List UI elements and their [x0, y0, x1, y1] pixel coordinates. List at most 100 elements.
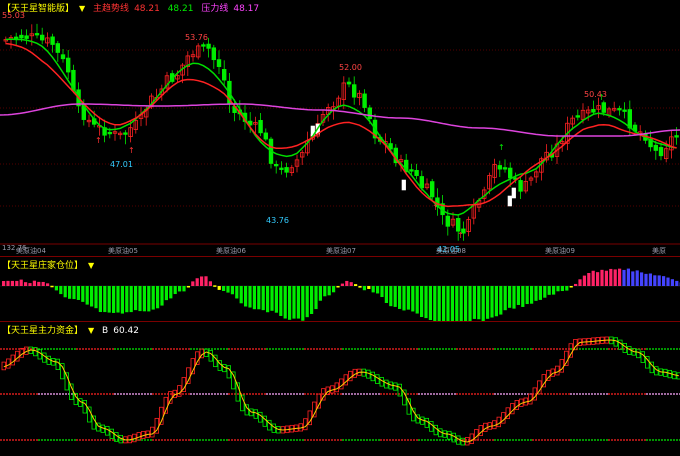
date-label-7: 美原 [652, 247, 666, 255]
position-bar [358, 286, 362, 288]
position-bar [85, 286, 89, 305]
date-label-6: 美原油09 [545, 247, 575, 255]
position-bar [345, 280, 349, 286]
position-bar [173, 286, 177, 295]
position-bar [613, 269, 617, 286]
fund-title[interactable]: 【天王星主力资金】 [2, 326, 83, 336]
position-bar [415, 286, 419, 314]
candle-body [429, 181, 435, 198]
position-bar [424, 286, 428, 319]
chevron-down-icon[interactable]: ▼ [79, 4, 85, 13]
position-bar [481, 286, 485, 321]
position-bar [490, 286, 494, 318]
position-bar [230, 286, 234, 295]
position-bar [151, 286, 155, 310]
position-bar [393, 286, 397, 307]
position-bar [186, 286, 190, 288]
position-bar [81, 286, 85, 302]
candle-body [24, 35, 29, 39]
fund-bar [429, 421, 434, 432]
position-bar [626, 268, 630, 286]
candle-body [622, 109, 627, 112]
fund-bar [451, 432, 456, 443]
candle-body [123, 132, 128, 135]
position-bar [266, 286, 270, 313]
fund-line [3, 339, 679, 443]
fund-bar [208, 350, 213, 362]
position-bar [525, 286, 529, 305]
candle-body [206, 43, 211, 49]
signal-arrow: ↑ [498, 143, 505, 152]
position-bar [318, 286, 322, 301]
position-bar [657, 275, 661, 286]
position-bar [182, 286, 186, 292]
main-chart-panel[interactable]: ↑ ↑ ↑ ↑ ↑ ↑ 【天王星智能版】 ▼ 主趋势线 48.21 48.21 压力线 48.1… [0, 0, 680, 256]
b-label: B [102, 326, 109, 336]
position-bar [279, 286, 283, 316]
position-bar [521, 286, 525, 307]
candle-body [445, 215, 450, 227]
position-bar [195, 278, 199, 286]
candle-body [34, 33, 40, 36]
fund-oscillator-chart[interactable] [0, 322, 680, 456]
fund-bar [244, 404, 249, 416]
position-bar [433, 286, 437, 321]
position-bar [376, 286, 380, 294]
position-bar [103, 286, 107, 313]
fund-bar [496, 416, 501, 428]
candle-body [273, 163, 279, 167]
indicator-title[interactable]: 【天王星智能版】 [2, 4, 74, 14]
candle-body [617, 108, 622, 111]
candle-body [409, 169, 414, 172]
position-bar [332, 286, 336, 293]
fund-bar [6, 358, 11, 369]
fund-bar [37, 349, 42, 360]
candle-body [507, 167, 513, 179]
candle-body [674, 135, 679, 138]
position-bar [336, 286, 340, 288]
fund-bar [82, 400, 87, 414]
fund-bar [177, 385, 182, 397]
position-bar [666, 277, 670, 286]
candle-body [502, 167, 508, 170]
position-bar [15, 280, 19, 286]
fund-panel[interactable]: 【天王星主力资金】 ▼ B 60.42 [0, 322, 680, 456]
position-bar [547, 286, 551, 295]
position-bar [494, 286, 498, 317]
candle-body [507, 195, 512, 207]
candle-body [601, 102, 606, 113]
candlestick-chart[interactable]: ↑↑↑↑↑↑ [0, 0, 680, 256]
date-label-3: 美原油06 [216, 247, 246, 255]
fund-bar [55, 358, 60, 370]
position-bar [54, 286, 58, 291]
position-panel[interactable]: 【天王星庄家仓位】 ▼ [0, 257, 680, 321]
candle-body [19, 34, 24, 39]
position-bar [670, 279, 674, 286]
signal-arrow: ↑ [128, 146, 135, 155]
chevron-down-icon[interactable]: ▼ [88, 261, 94, 270]
position-bar [120, 286, 124, 314]
position-bar [98, 286, 102, 313]
position-bar [499, 286, 503, 315]
position-bar [459, 286, 463, 321]
position-bar [235, 286, 239, 299]
date-label-2: 美原油05 [108, 247, 138, 255]
position-bar [512, 286, 516, 309]
position-title[interactable]: 【天王星庄家仓位】 [2, 261, 83, 271]
position-bar [648, 273, 652, 286]
position-bar [618, 268, 622, 286]
chevron-down-icon[interactable]: ▼ [88, 326, 94, 335]
signal-arrow: ↑ [95, 136, 102, 145]
position-bar [530, 286, 534, 304]
main-chart-header: 【天王星智能版】 ▼ 主趋势线 48.21 48.21 压力线 48.17 [2, 1, 264, 14]
position-bar [274, 286, 278, 313]
candle-body [284, 167, 289, 173]
position-bar [41, 281, 45, 286]
position-bar [446, 286, 450, 321]
position-histogram[interactable] [0, 257, 680, 321]
position-bar [543, 286, 547, 298]
position-bar [574, 283, 578, 286]
position-bar [46, 283, 50, 286]
position-bar [226, 286, 230, 293]
candle-body [107, 131, 112, 135]
